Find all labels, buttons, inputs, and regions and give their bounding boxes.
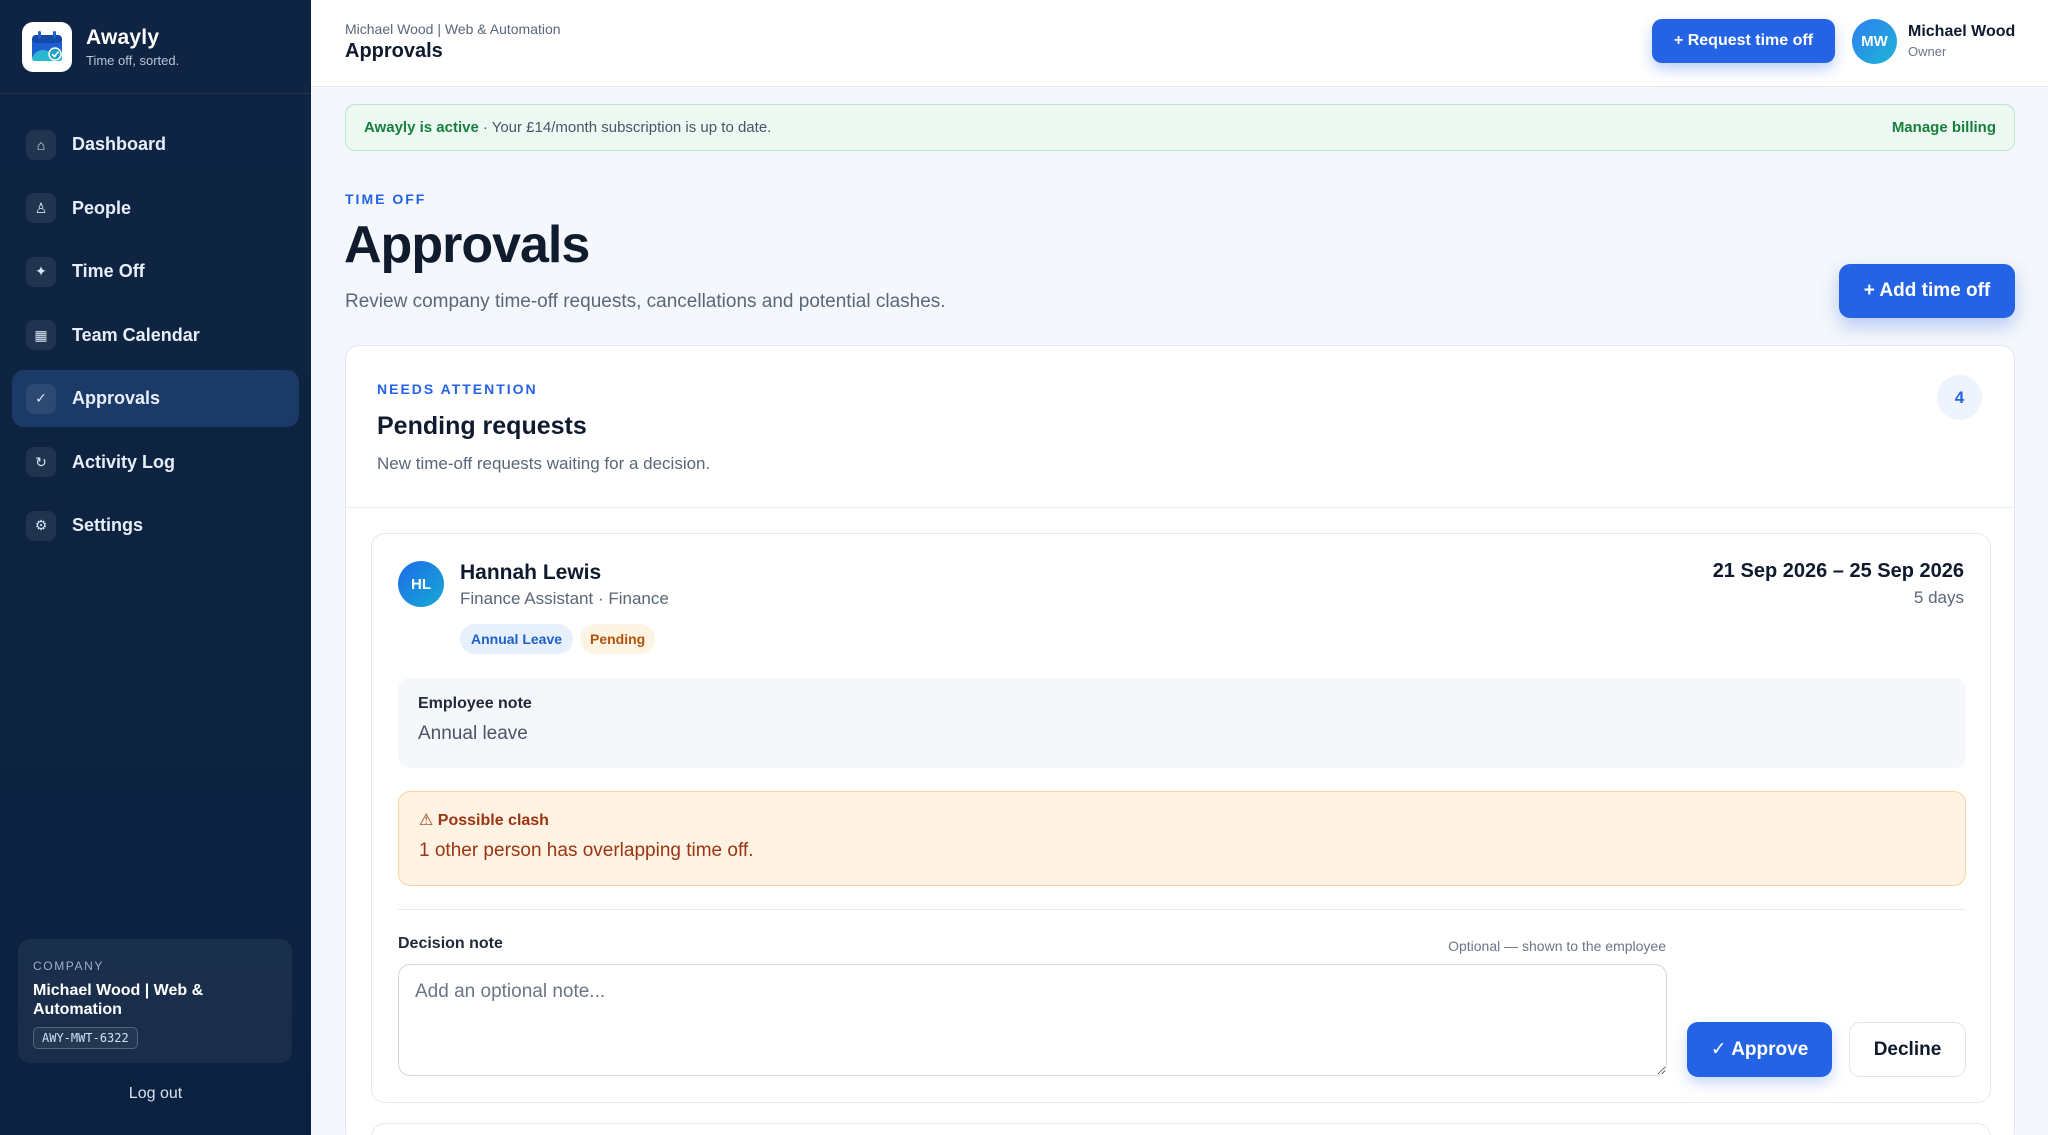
sidebar-item-label: Team Calendar bbox=[72, 324, 200, 345]
user-role: Owner bbox=[1908, 44, 1947, 59]
check-icon: ✓ bbox=[26, 383, 56, 414]
page-subtitle: Review company time-off requests, cancel… bbox=[345, 291, 946, 312]
approve-button[interactable]: ✓ Approve bbox=[1687, 1022, 1832, 1077]
leave-type-badge: Annual Leave bbox=[460, 624, 574, 654]
request-card: HL Hannah Lewis Finance Assistant · Fina… bbox=[371, 533, 1991, 1103]
sidebar-item-label: Time Off bbox=[72, 261, 145, 281]
company-card: COMPANY Michael Wood | Web & Automation … bbox=[18, 939, 292, 1063]
pending-count-badge: 4 bbox=[1937, 375, 1982, 420]
employee-note-label: Employee note bbox=[418, 695, 532, 712]
sidebar-item-settings[interactable]: ⚙ Settings bbox=[12, 497, 299, 554]
panel-subtitle: New time-off requests waiting for a deci… bbox=[377, 454, 711, 473]
sidebar-item-label: Approvals bbox=[72, 388, 161, 408]
sidebar-nav: ⌂ Dashboard ♙ People ✦ Time Off ▦ Team C… bbox=[0, 94, 311, 554]
sidebar-item-time-off[interactable]: ✦ Time Off bbox=[12, 243, 299, 300]
employee-role: Finance Assistant · Finance bbox=[460, 589, 669, 608]
clash-warning: ⚠ Possible clash 1 other person has over… bbox=[398, 791, 1966, 886]
banner-text: · Your £14/month subscription is up to d… bbox=[482, 119, 772, 136]
sidebar-item-approvals[interactable]: ✓ Approvals bbox=[12, 370, 299, 427]
add-time-off-button[interactable]: + Add time off bbox=[1839, 264, 2015, 318]
brand-tagline: Time off, sorted. bbox=[86, 52, 180, 68]
panel-title: Pending requests bbox=[377, 412, 587, 440]
sidebar-item-team-calendar[interactable]: ▦ Team Calendar bbox=[12, 307, 299, 364]
employee-note: Employee note Annual leave bbox=[398, 678, 1966, 768]
decline-button[interactable]: Decline bbox=[1849, 1022, 1966, 1077]
topbar: Michael Wood | Web & Automation Approval… bbox=[311, 0, 2048, 87]
brand[interactable]: Awayly Time off, sorted. bbox=[0, 0, 311, 94]
employee-name: Hannah Lewis bbox=[460, 561, 602, 584]
person-icon: ♙ bbox=[26, 193, 56, 223]
sidebar-item-people[interactable]: ♙ People bbox=[12, 180, 299, 237]
sidebar-item-label: Activity Log bbox=[72, 451, 176, 472]
calendar-check-icon bbox=[22, 21, 72, 72]
clash-warning-text: 1 other person has overlapping time off. bbox=[419, 840, 754, 861]
panel-header: NEEDS ATTENTION Pending requests New tim… bbox=[346, 346, 2014, 508]
page-title: Approvals bbox=[344, 216, 590, 274]
subscription-banner: Awayly is active · Your £14/month subscr… bbox=[345, 104, 2015, 151]
calendar-icon: ▦ bbox=[26, 320, 56, 350]
status-badge: Pending bbox=[580, 624, 656, 654]
request-card bbox=[371, 1123, 1991, 1135]
panel-kicker: NEEDS ATTENTION bbox=[377, 381, 538, 397]
sidebar-item-activity-log[interactable]: ↻ Activity Log bbox=[12, 434, 299, 491]
sidebar-item-dashboard[interactable]: ⌂ Dashboard bbox=[12, 116, 299, 173]
avatar[interactable]: MW bbox=[1852, 19, 1897, 64]
clash-warning-title: ⚠ Possible clash bbox=[419, 812, 549, 829]
user-name: Michael Wood bbox=[1908, 23, 2016, 40]
request-time-off-button[interactable]: + Request time off bbox=[1652, 19, 1835, 63]
employee-note-text: Annual leave bbox=[418, 723, 528, 744]
manage-billing-link[interactable]: Manage billing bbox=[1892, 119, 1996, 136]
house-icon: ⌂ bbox=[26, 129, 56, 160]
sidebar-item-label: Dashboard bbox=[72, 134, 167, 154]
logout-link[interactable]: Log out bbox=[0, 1085, 311, 1103]
banner-status: Awayly is active bbox=[364, 119, 479, 136]
sidebar-item-label: People bbox=[72, 197, 132, 218]
company-name: Michael Wood | Web & Automation bbox=[33, 982, 204, 1018]
sidebar-item-label: Settings bbox=[72, 515, 144, 535]
sidebar: Awayly Time off, sorted. ⌂ Dashboard ♙ P… bbox=[0, 0, 311, 1135]
request-days: 5 days bbox=[1913, 588, 1964, 607]
sparkle-icon: ✦ bbox=[26, 256, 56, 287]
decision-note-input[interactable] bbox=[398, 964, 1667, 1076]
decision-note-hint: Optional — shown to the employee bbox=[1448, 938, 1666, 954]
brand-name: Awayly bbox=[86, 25, 160, 49]
divider bbox=[398, 909, 1966, 910]
avatar: HL bbox=[398, 561, 444, 607]
refresh-icon: ↻ bbox=[26, 447, 56, 477]
gear-icon: ⚙ bbox=[26, 510, 56, 541]
topbar-title: Approvals bbox=[345, 40, 443, 62]
company-code: AWY-MWT-6322 bbox=[33, 1027, 138, 1049]
request-dates: 21 Sep 2026 – 25 Sep 2026 bbox=[1712, 560, 1964, 582]
pending-requests-panel: NEEDS ATTENTION Pending requests New tim… bbox=[345, 345, 2015, 1135]
breadcrumb: Michael Wood | Web & Automation bbox=[345, 21, 561, 37]
decision-note-label: Decision note bbox=[398, 935, 503, 952]
page-kicker: TIME OFF bbox=[345, 191, 427, 207]
company-kicker: COMPANY bbox=[33, 959, 104, 973]
